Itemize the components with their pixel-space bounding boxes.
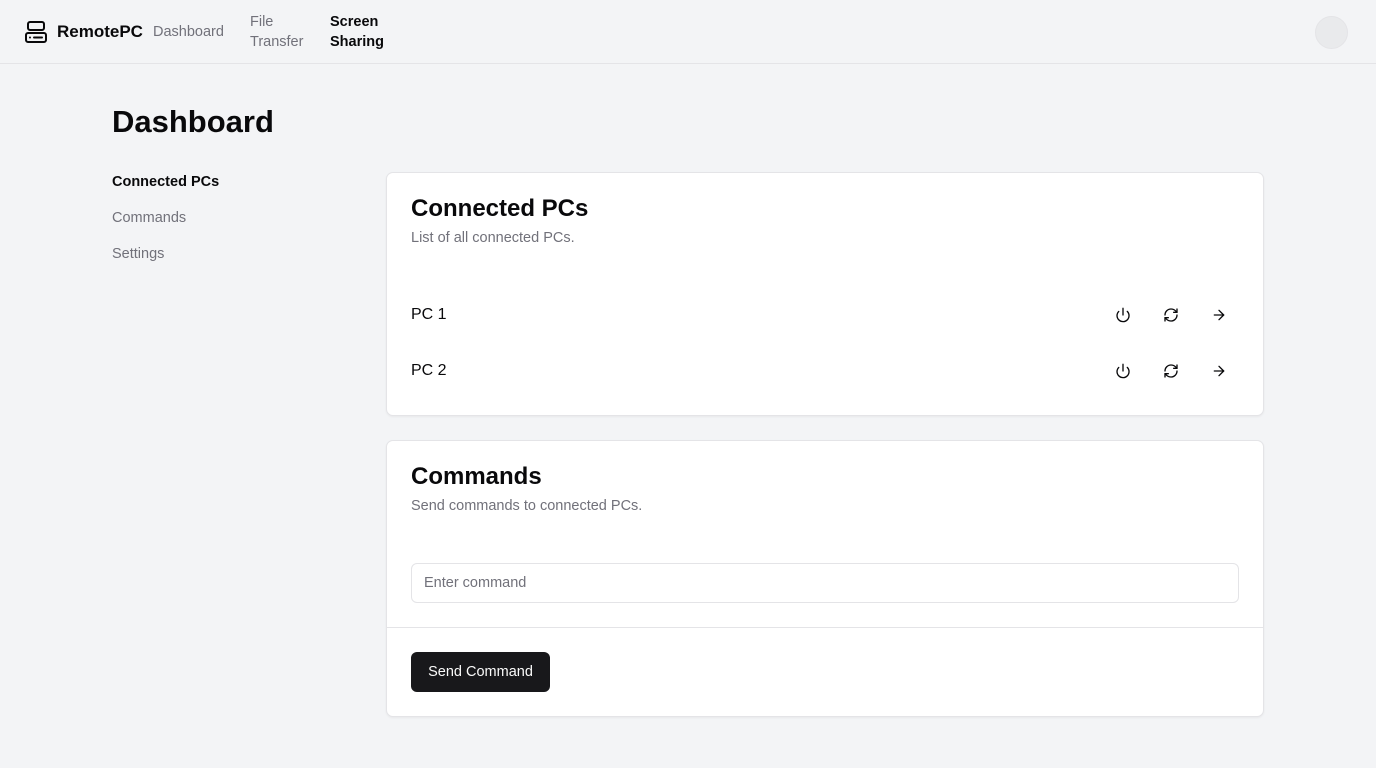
refresh-icon — [1164, 308, 1178, 322]
connect-button[interactable] — [1203, 299, 1235, 331]
restart-button[interactable] — [1155, 299, 1187, 331]
server-icon — [25, 21, 47, 43]
pc-name: PC 1 — [411, 306, 447, 323]
nav-dashboard[interactable]: Dashboard — [153, 22, 224, 42]
user-avatar[interactable] — [1315, 16, 1348, 49]
page-title: Dashboard — [112, 104, 274, 139]
arrow-right-icon — [1213, 365, 1225, 377]
brand-name: RemotePC — [57, 22, 143, 41]
connected-pcs-title: Connected PCs — [411, 195, 589, 222]
brand-link[interactable]: RemotePC — [24, 20, 143, 44]
commands-title: Commands — [411, 463, 542, 490]
power-button[interactable] — [1107, 355, 1139, 387]
command-input[interactable] — [411, 563, 1239, 603]
connected-pcs-card: Connected PCs List of all connected PCs.… — [386, 172, 1264, 416]
sidebar-item-connected-pcs[interactable]: Connected PCs — [112, 172, 219, 192]
commands-description: Send commands to connected PCs. — [411, 498, 643, 514]
pc-row: PC 1 — [411, 299, 1241, 331]
nav-file-transfer[interactable]: File Transfer — [250, 12, 314, 52]
connected-pcs-description: List of all connected PCs. — [411, 230, 575, 246]
card-divider — [387, 627, 1263, 628]
power-button[interactable] — [1107, 299, 1139, 331]
refresh-icon — [1164, 364, 1178, 378]
power-icon — [1116, 363, 1130, 379]
connect-button[interactable] — [1203, 355, 1235, 387]
sidebar-item-settings[interactable]: Settings — [112, 244, 164, 264]
top-header: RemotePC Dashboard File Transfer Screen … — [0, 0, 1376, 64]
send-command-button[interactable]: Send Command — [411, 652, 550, 692]
pc-row: PC 2 — [411, 355, 1241, 387]
commands-card: Commands Send commands to connected PCs.… — [386, 440, 1264, 717]
restart-button[interactable] — [1155, 355, 1187, 387]
power-icon — [1116, 307, 1130, 323]
arrow-right-icon — [1213, 309, 1225, 321]
sidebar-item-commands[interactable]: Commands — [112, 208, 186, 228]
pc-name: PC 2 — [411, 362, 447, 379]
nav-screen-sharing[interactable]: Screen Sharing — [330, 12, 394, 52]
